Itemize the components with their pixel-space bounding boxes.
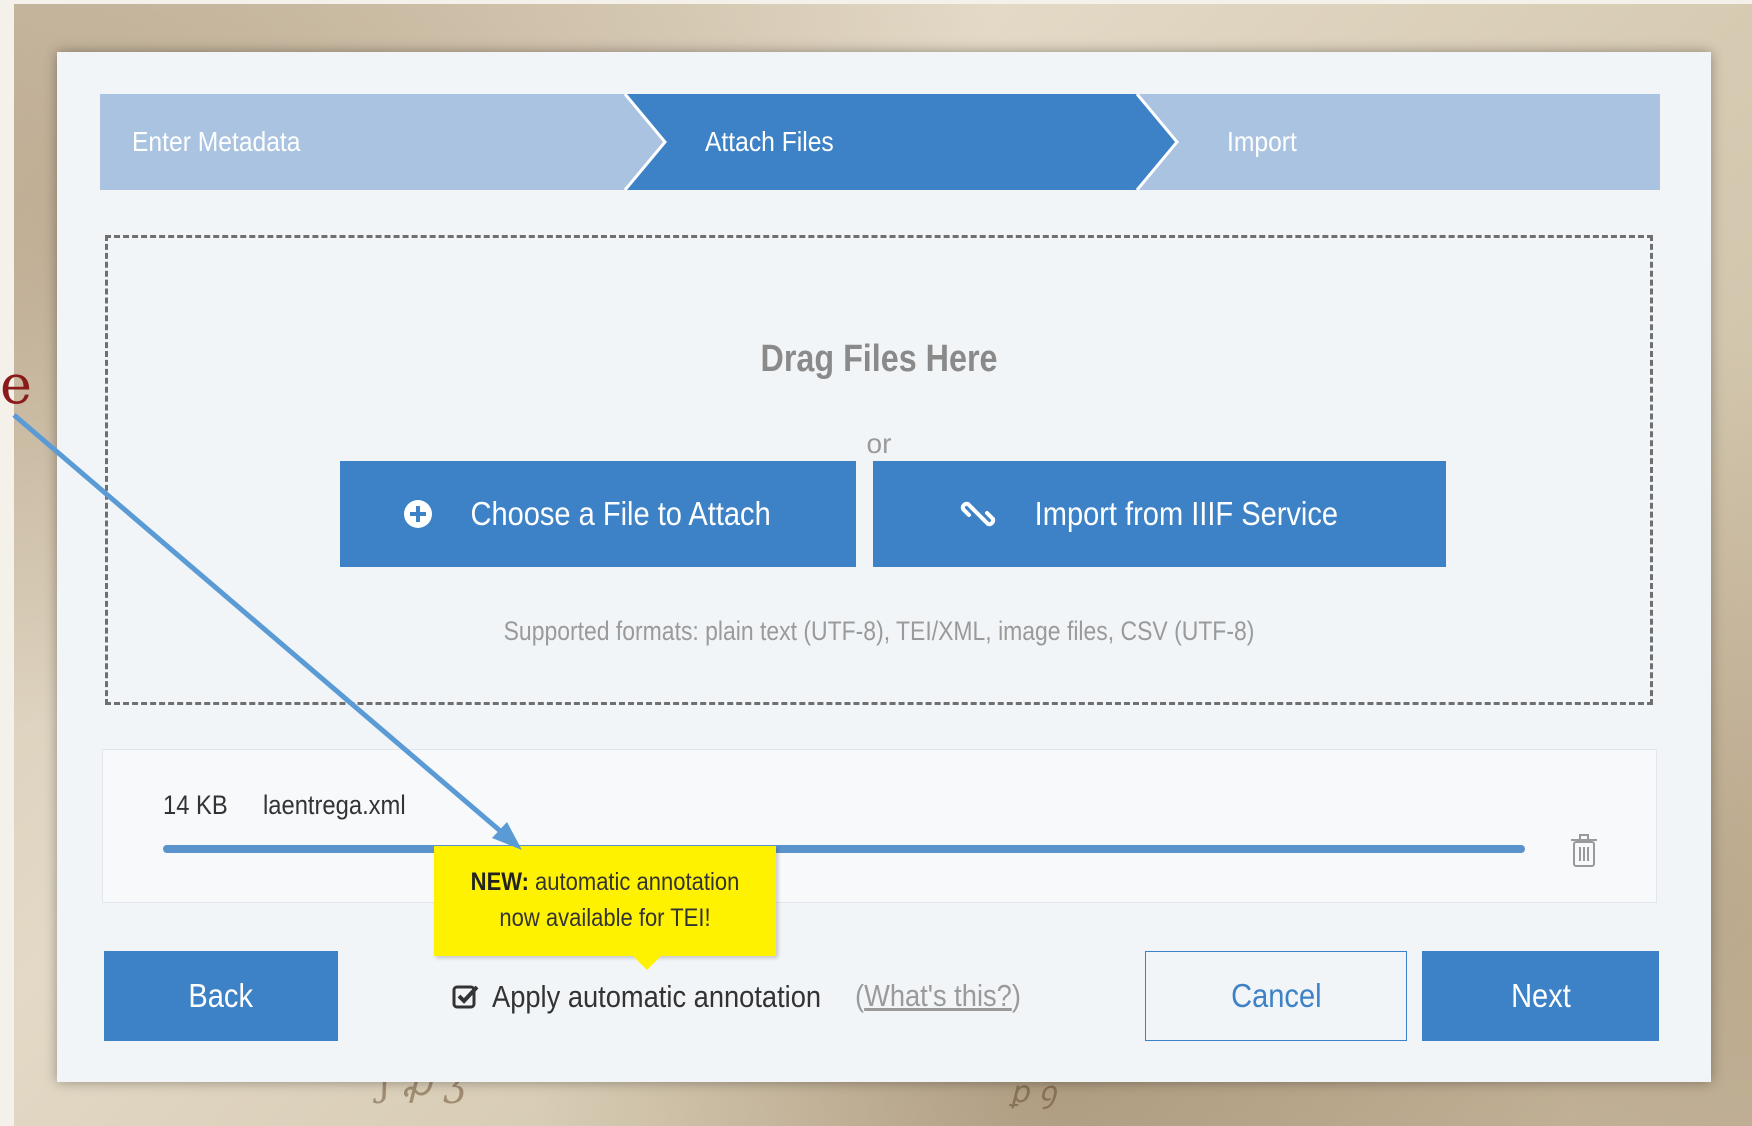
import-iiif-label: Import from IIIF Service: [1034, 495, 1339, 532]
next-button[interactable]: Next: [1422, 951, 1659, 1041]
import-iiif-button[interactable]: Import from IIIF Service: [873, 461, 1446, 567]
step-enter-metadata[interactable]: Enter Metadata: [132, 94, 300, 190]
cancel-label: Cancel: [1230, 977, 1322, 1014]
step-attach-files[interactable]: Attach Files: [705, 94, 834, 190]
new-feature-tooltip: NEW: automatic annotation now available …: [434, 846, 776, 956]
supported-formats: Supported formats: plain text (UTF-8), T…: [503, 616, 1255, 646]
link-icon: [960, 501, 996, 527]
auto-annotation-label: Apply automatic annotation: [492, 979, 822, 1014]
dropzone-or: or: [866, 428, 892, 459]
background-strip-left: [0, 0, 14, 1126]
file-name: laentrega.xml: [263, 790, 406, 820]
upload-progress-bar: [163, 845, 1525, 853]
tooltip-pointer: [633, 956, 661, 970]
auto-annotation-option[interactable]: Apply automatic annotation: [452, 972, 866, 1022]
background-strip-top: [0, 0, 1752, 4]
background-edge-glyph: e: [0, 353, 32, 416]
checked-checkbox-icon[interactable]: [452, 983, 480, 1011]
upload-progress-fill: [163, 845, 1525, 853]
whats-this-link[interactable]: What's this?: [864, 978, 1012, 1013]
next-label: Next: [1510, 977, 1571, 1014]
tooltip-lead: NEW:: [470, 868, 529, 896]
file-size: 14 KB: [163, 790, 228, 820]
choose-file-label: Choose a File to Attach: [470, 495, 772, 532]
cancel-button[interactable]: Cancel: [1145, 951, 1407, 1041]
choose-file-button[interactable]: Choose a File to Attach: [340, 461, 856, 567]
wizard-steps: Enter Metadata Attach Files Import: [100, 94, 1660, 190]
tooltip-line-1: automatic annotation: [535, 868, 740, 896]
tooltip-line-2: now available for TEI!: [499, 904, 711, 932]
back-button[interactable]: Back: [104, 951, 338, 1041]
back-label: Back: [188, 977, 254, 1014]
steps-chevrons: [623, 94, 1179, 190]
whats-this-help: (What's this?): [855, 978, 1044, 1014]
file-dropzone[interactable]: Drag Files Here or Choose a File to Atta…: [105, 235, 1653, 705]
step-import[interactable]: Import: [1227, 94, 1297, 190]
trash-icon[interactable]: [1570, 833, 1598, 869]
dropzone-title: Drag Files Here: [760, 338, 998, 380]
file-list-item: 14 KB laentrega.xml: [102, 749, 1657, 903]
circle-plus-icon: [404, 500, 433, 528]
import-dialog: Enter Metadata Attach Files Import Drag …: [57, 52, 1711, 1082]
whats-this-close-paren: ): [1011, 978, 1021, 1013]
whats-this-open-paren: (: [855, 978, 865, 1013]
